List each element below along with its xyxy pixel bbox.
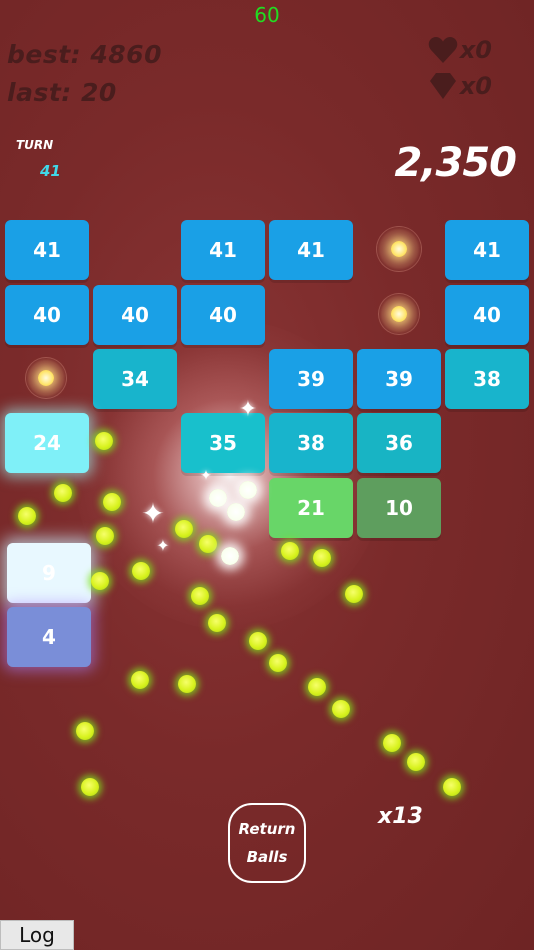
brick: 24 <box>5 413 89 473</box>
ball <box>175 520 193 538</box>
brick: 40 <box>181 285 265 345</box>
brick: 4 <box>7 607 91 667</box>
brick: 39 <box>357 349 441 409</box>
sparkle-icon: ✦ <box>141 497 165 530</box>
ball <box>383 734 401 752</box>
brick: 34 <box>93 349 177 409</box>
heart-icon <box>428 36 458 64</box>
return-balls-label-line2: Balls <box>246 848 288 866</box>
sparkle-icon: ✦ <box>200 468 212 484</box>
ball <box>96 527 114 545</box>
ball <box>81 778 99 796</box>
log-button[interactable]: Log <box>0 920 74 950</box>
best-score: best: 4860 <box>7 40 162 69</box>
return-balls-button[interactable]: Return Balls <box>228 803 306 883</box>
last-score: last: 20 <box>7 78 117 107</box>
brick: 38 <box>445 349 529 409</box>
game-screen[interactable]: 60 best: 4860 last: 20 x0 x0 TURN 41 2,3… <box>0 0 534 950</box>
ball <box>178 675 196 693</box>
brick: 40 <box>5 285 89 345</box>
ball <box>239 481 257 499</box>
ball <box>199 535 217 553</box>
ball <box>132 562 150 580</box>
ball <box>208 614 226 632</box>
brick: 40 <box>445 285 529 345</box>
ball <box>227 503 245 521</box>
ball <box>131 671 149 689</box>
extra-ball-pickup <box>378 293 420 335</box>
ball <box>103 493 121 511</box>
brick: 10 <box>357 478 441 538</box>
brick: 41 <box>5 220 89 280</box>
turn-value: 41 <box>40 162 61 180</box>
gems-count: x0 <box>459 72 492 100</box>
diamond-icon <box>428 72 458 100</box>
return-balls-label-line1: Return <box>238 820 296 838</box>
ball <box>249 632 267 650</box>
hearts-counter: x0 <box>428 36 492 64</box>
hearts-count: x0 <box>459 36 492 64</box>
ball <box>407 753 425 771</box>
ball <box>18 507 36 525</box>
ball <box>76 722 94 740</box>
ball-multiplier: x13 <box>378 804 423 829</box>
gems-counter: x0 <box>428 72 492 100</box>
ball <box>91 572 109 590</box>
ball <box>54 484 72 502</box>
ball <box>221 547 239 565</box>
ball <box>345 585 363 603</box>
brick: 38 <box>269 413 353 473</box>
sparkle-icon: ✦ <box>156 536 170 555</box>
brick: 41 <box>445 220 529 280</box>
sparkle-icon: ✦ <box>238 397 258 422</box>
ball <box>95 432 113 450</box>
current-score: 2,350 <box>394 140 517 186</box>
ball <box>313 549 331 567</box>
brick: 9 <box>7 543 91 603</box>
extra-ball-pickup <box>25 357 67 399</box>
brick: 39 <box>269 349 353 409</box>
ball <box>443 778 461 796</box>
extra-ball-pickup <box>376 226 422 272</box>
brick: 21 <box>269 478 353 538</box>
brick: 35 <box>181 413 265 473</box>
brick: 41 <box>181 220 265 280</box>
ball <box>209 489 227 507</box>
brick: 36 <box>357 413 441 473</box>
ball <box>332 700 350 718</box>
ball <box>269 654 287 672</box>
fps-counter: 60 <box>254 3 280 27</box>
ball <box>191 587 209 605</box>
brick: 40 <box>93 285 177 345</box>
ball <box>281 542 299 560</box>
brick: 41 <box>269 220 353 280</box>
turn-label: TURN <box>16 138 54 152</box>
ball <box>308 678 326 696</box>
